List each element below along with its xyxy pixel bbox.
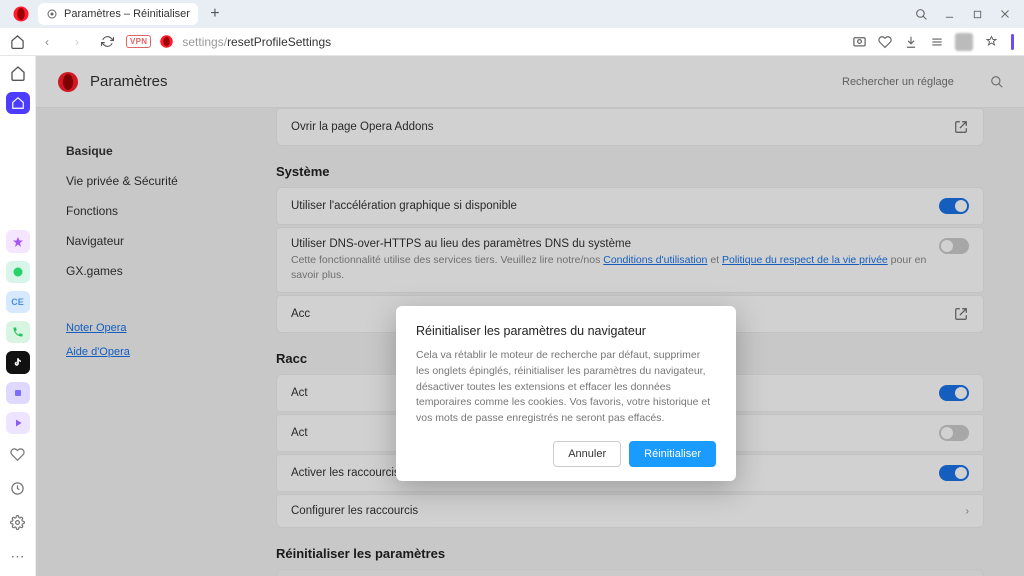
maximize-icon[interactable] — [970, 7, 984, 21]
search-tabs-icon[interactable] — [914, 7, 928, 21]
app-sidebar: CE ⋯ — [0, 56, 36, 576]
sidebar-whatsapp-icon[interactable] — [6, 261, 30, 283]
window-titlebar: Paramètres – Réinitialiser + — [0, 0, 1024, 28]
heart-icon[interactable] — [877, 34, 893, 50]
settings-favicon-icon — [46, 8, 58, 20]
sidebar-home-icon[interactable] — [6, 62, 30, 84]
dialog-title: Réinitialiser les paramètres du navigate… — [416, 324, 716, 338]
back-icon[interactable]: ‹ — [36, 31, 58, 53]
sidebar-app-7-icon[interactable] — [6, 412, 30, 434]
profile-avatar[interactable] — [955, 33, 973, 51]
vpn-badge[interactable]: VPN — [126, 35, 151, 48]
easy-setup-icon[interactable] — [929, 34, 945, 50]
extensions-icon[interactable] — [983, 34, 999, 50]
sidebar-app-6-icon[interactable] — [6, 382, 30, 404]
sidebar-app-4-icon[interactable] — [6, 321, 30, 343]
sidebar-app-3-icon[interactable]: CE — [6, 291, 30, 313]
sidebar-pinboards-icon[interactable] — [6, 442, 30, 466]
url-display[interactable]: settings/resetProfileSettings — [182, 35, 331, 49]
snapshot-icon[interactable] — [851, 34, 867, 50]
address-bar: ‹ › VPN settings/resetProfileSettings — [0, 28, 1024, 56]
site-favicon-icon — [159, 34, 174, 49]
reset-confirm-dialog: Réinitialiser les paramètres du navigate… — [396, 306, 736, 481]
sidebar-app-1-icon[interactable] — [6, 230, 30, 252]
sidebar-settings-icon[interactable] — [6, 510, 30, 534]
download-icon[interactable] — [903, 34, 919, 50]
home-icon[interactable] — [6, 31, 28, 53]
sidebar-toggle-icon[interactable] — [1011, 34, 1014, 50]
confirm-reset-button[interactable]: Réinitialiser — [629, 441, 716, 467]
opera-logo-icon — [12, 5, 30, 23]
sidebar-more-icon[interactable]: ⋯ — [6, 544, 30, 568]
minimize-icon[interactable] — [942, 7, 956, 21]
cancel-button[interactable]: Annuler — [553, 441, 621, 467]
forward-icon[interactable]: › — [66, 31, 88, 53]
close-icon[interactable] — [998, 7, 1012, 21]
tab-title: Paramètres – Réinitialiser — [64, 8, 190, 20]
reload-icon[interactable] — [96, 31, 118, 53]
sidebar-history-icon[interactable] — [6, 476, 30, 500]
sidebar-aria-icon[interactable] — [6, 92, 30, 114]
new-tab-button[interactable]: + — [204, 3, 226, 25]
dialog-body: Cela va rétablir le moteur de recherche … — [416, 348, 716, 427]
browser-tab[interactable]: Paramètres – Réinitialiser — [38, 3, 198, 25]
sidebar-tiktok-icon[interactable] — [6, 351, 30, 373]
